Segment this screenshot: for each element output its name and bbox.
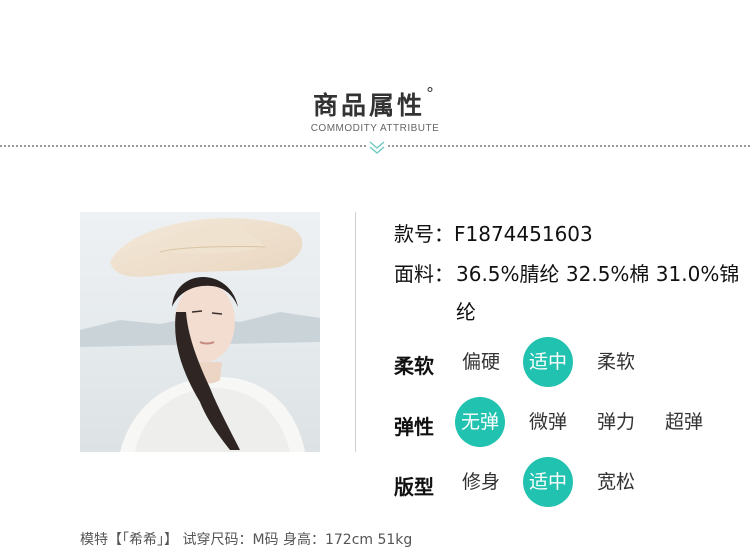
model-size-note: 模特【「希希」】 试穿尺码：M码 身高：172cm 51kg	[80, 532, 413, 548]
fit-option-loose: 宽松	[596, 471, 635, 493]
style-number-value: F1874451603	[454, 222, 593, 246]
fabric-value: 36.5%腈纶 32.5%棉 31.0%锦纶	[456, 262, 740, 324]
style-number-label: 款号：	[394, 222, 454, 246]
elasticity-option-stretch: 弹力	[596, 411, 635, 433]
elasticity-label: 弹性	[394, 415, 434, 439]
degree-mark: °	[426, 84, 437, 103]
softness-label: 柔软	[394, 354, 434, 378]
fit-option-slim: 修身	[461, 471, 500, 493]
elasticity-option-super: 超弹	[664, 411, 703, 433]
elasticity-option-none: 无弹	[455, 397, 505, 447]
softness-option-medium: 适中	[523, 337, 573, 387]
elasticity-option-slight: 微弹	[528, 411, 567, 433]
section-subtitle: COMMODITY ATTRIBUTE	[310, 123, 440, 134]
fit-option-regular: 适中	[523, 457, 573, 507]
model-photo	[80, 212, 320, 452]
softness-option-soft: 柔软	[596, 351, 635, 373]
double-chevron-down-icon	[367, 138, 387, 156]
section-title: 商品属性°	[0, 84, 750, 122]
vertical-divider	[355, 212, 356, 452]
style-number-row: 款号：F1874451603	[394, 218, 593, 247]
fit-label: 版型	[394, 475, 434, 499]
section-title-text: 商品属性	[312, 91, 425, 120]
fabric-label: 面料：	[394, 262, 454, 286]
softness-option-hard: 偏硬	[461, 351, 500, 373]
